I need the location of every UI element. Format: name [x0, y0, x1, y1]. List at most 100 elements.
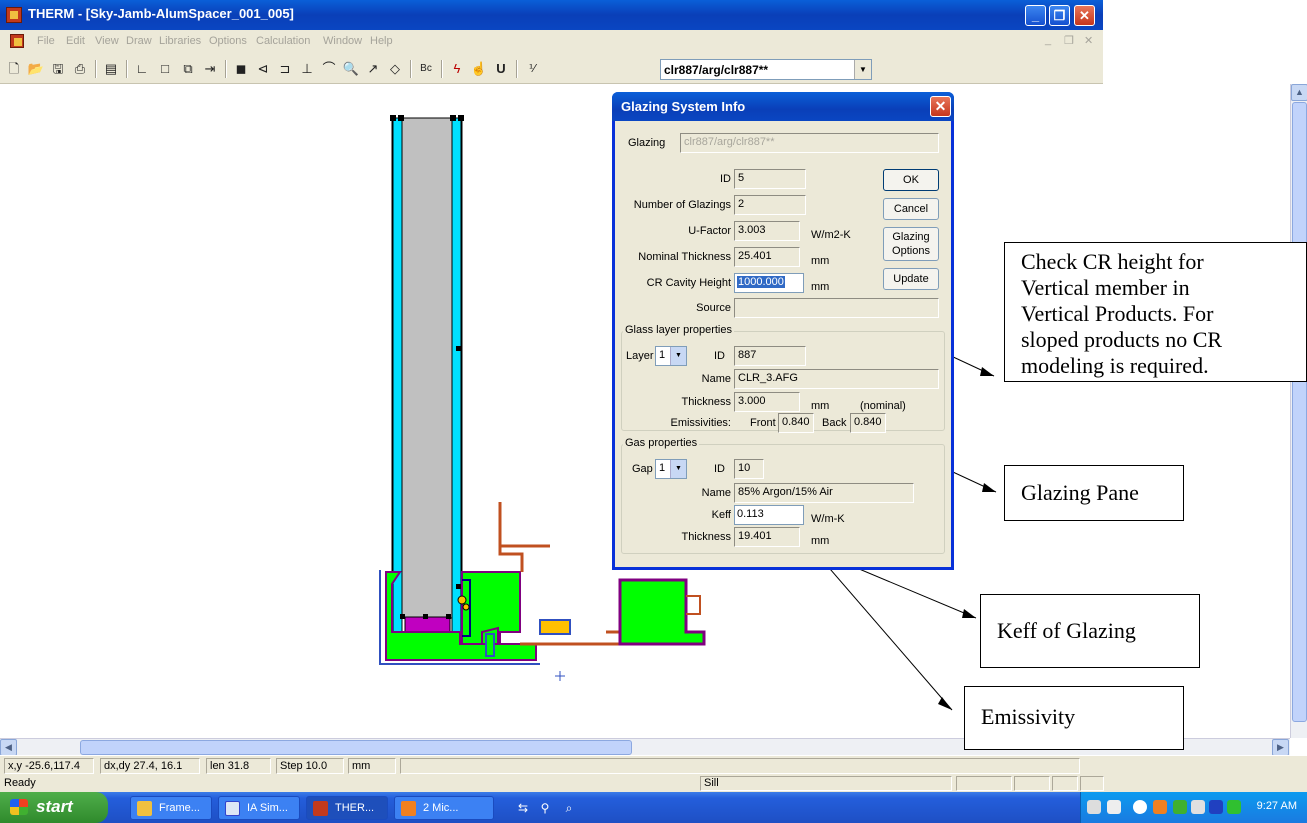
results-icon[interactable]: ☝: [469, 59, 489, 79]
menu-calculation[interactable]: Calculation: [256, 35, 310, 47]
start-button[interactable]: start: [0, 792, 108, 823]
glazing-options-line1: Glazing: [892, 231, 930, 243]
task-ia-sim[interactable]: IA Sim...: [218, 796, 300, 820]
layer-select[interactable]: 1 ▼: [655, 346, 687, 366]
menu-libraries[interactable]: Libraries: [159, 35, 201, 47]
frame-right-box[interactable]: [618, 578, 706, 646]
u-factor-icon[interactable]: U: [491, 59, 511, 79]
vertex-marker[interactable]: [450, 115, 456, 121]
menu-edit[interactable]: Edit: [66, 35, 85, 47]
frame-right-lip: [686, 595, 701, 615]
minimize-button[interactable]: _: [1025, 5, 1046, 26]
task-frame[interactable]: Frame...: [130, 796, 212, 820]
menu-bar: File Edit View Draw Libraries Options Ca…: [0, 30, 1103, 54]
vertex-marker[interactable]: [390, 115, 396, 121]
office-icon[interactable]: [1153, 800, 1167, 814]
material-tool-icon[interactable]: ◼: [231, 59, 251, 79]
horizontal-scroll-thumb[interactable]: [80, 740, 632, 755]
zoom-icon[interactable]: 🔍: [341, 59, 361, 79]
ok-button[interactable]: OK: [883, 169, 939, 191]
maximize-button[interactable]: ❐: [1049, 5, 1070, 26]
pen-icon[interactable]: [1087, 800, 1101, 814]
mdi-close-button[interactable]: ✕: [1084, 34, 1093, 47]
vertical-scroll-thumb[interactable]: [1292, 102, 1307, 722]
thermal-break[interactable]: [485, 633, 495, 657]
display-icon[interactable]: [1107, 800, 1121, 814]
update-button[interactable]: Update: [883, 268, 939, 290]
menu-help[interactable]: Help: [370, 35, 393, 47]
mdi-restore-button[interactable]: ❐: [1064, 34, 1074, 47]
locate-icon[interactable]: ⊲: [253, 59, 273, 79]
keff-input[interactable]: 0.113: [734, 505, 804, 525]
vertex-marker[interactable]: [456, 584, 461, 589]
fill-tool-icon[interactable]: ⧉: [178, 59, 198, 79]
network-icon[interactable]: ⇆: [516, 801, 530, 815]
glazing-bead-gasket[interactable]: [462, 603, 470, 611]
search-icon[interactable]: ⌕: [562, 801, 576, 815]
close-button[interactable]: ✕: [1074, 5, 1095, 26]
glass-pane-right[interactable]: [451, 117, 462, 639]
gap-select[interactable]: 1 ▼: [655, 459, 687, 479]
window-titlebar[interactable]: THERM - [Sky-Jamb-AlumSpacer_001_005] _ …: [0, 0, 1103, 30]
menu-window[interactable]: Window: [323, 35, 362, 47]
glazing-bead-gasket[interactable]: [457, 595, 467, 605]
dialog-close-button[interactable]: ✕: [930, 96, 951, 117]
cr-cavity-height-input[interactable]: 1000.000: [734, 273, 804, 293]
arc-tool-icon[interactable]: ⌒: [319, 59, 339, 79]
glazing-options-button[interactable]: Glazing Options: [883, 227, 939, 261]
menu-options[interactable]: Options: [209, 35, 247, 47]
menu-view[interactable]: View: [95, 35, 119, 47]
vertex-marker[interactable]: [458, 115, 464, 121]
middle-gasket[interactable]: [539, 619, 571, 635]
fraction-icon[interactable]: ⅟: [522, 59, 542, 79]
mdi-minimize-button[interactable]: _: [1045, 34, 1051, 46]
dialog-titlebar[interactable]: Glazing System Info ✕: [612, 92, 954, 121]
pick-icon[interactable]: ↗: [363, 59, 383, 79]
scroll-right-button[interactable]: ▶: [1272, 739, 1289, 756]
calculate-icon[interactable]: ϟ: [447, 59, 467, 79]
vertex-marker[interactable]: [400, 614, 405, 619]
status-ready: Ready: [4, 777, 36, 789]
vertex-marker[interactable]: [456, 346, 461, 351]
network-status-icon[interactable]: [1209, 800, 1223, 814]
gas-gap[interactable]: [401, 117, 453, 619]
vertex-marker[interactable]: [398, 115, 404, 121]
polygon-tool-icon[interactable]: ∟: [132, 59, 152, 79]
new-file-icon[interactable]: 🗋: [4, 59, 24, 79]
print-icon[interactable]: ⎙: [70, 59, 90, 79]
scroll-left-button[interactable]: ◀: [0, 739, 17, 756]
task-microsoft[interactable]: 2 Mic...: [394, 796, 494, 820]
save-icon[interactable]: 🖫: [48, 59, 68, 79]
callout-emissivity: Emissivity: [964, 686, 1184, 750]
chevron-down-icon[interactable]: ▼: [854, 60, 871, 79]
glass-pane-left[interactable]: [392, 117, 403, 639]
document-icon[interactable]: [10, 34, 24, 48]
open-folder-icon[interactable]: 📂: [26, 59, 46, 79]
task-therm[interactable]: THER...: [306, 796, 388, 820]
person-icon[interactable]: ⚲: [538, 801, 552, 815]
properties-icon[interactable]: ▤: [101, 59, 121, 79]
insert-glazing-icon[interactable]: ⇥: [200, 59, 220, 79]
vertex-marker[interactable]: [423, 614, 428, 619]
speaker-icon[interactable]: [1191, 800, 1205, 814]
antivirus-icon[interactable]: [1173, 800, 1187, 814]
back-arrow-icon[interactable]: [1133, 800, 1147, 814]
insert-point-icon[interactable]: ⊐: [275, 59, 295, 79]
menu-file[interactable]: File: [37, 35, 55, 47]
frame-hook[interactable]: [498, 502, 524, 572]
signal-strength-icon[interactable]: [1227, 800, 1241, 814]
status-pane: [1080, 776, 1104, 791]
glazing-combo[interactable]: clr887/arg/clr887** ▼: [660, 59, 872, 80]
scroll-up-button[interactable]: ▲: [1291, 84, 1307, 101]
boundary-conditions-icon[interactable]: Bc: [416, 59, 436, 79]
vertical-scrollbar[interactable]: ▲: [1290, 84, 1307, 738]
chevron-down-icon[interactable]: ▼: [670, 347, 686, 365]
snap-icon[interactable]: ⊥: [297, 59, 317, 79]
task-label: IA Sim...: [247, 802, 288, 814]
vertex-marker[interactable]: [446, 614, 451, 619]
eraser-icon[interactable]: ◇: [385, 59, 405, 79]
menu-draw[interactable]: Draw: [126, 35, 152, 47]
cancel-button[interactable]: Cancel: [883, 198, 939, 220]
chevron-down-icon[interactable]: ▼: [670, 460, 686, 478]
rectangle-tool-icon[interactable]: □: [155, 59, 175, 79]
